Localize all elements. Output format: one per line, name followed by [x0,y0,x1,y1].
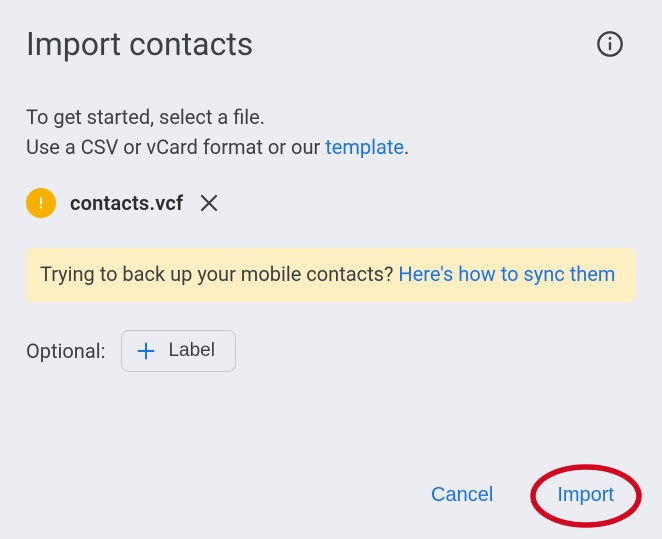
instructions-line2-suffix: . [404,135,409,159]
tip-text: Trying to back up your mobile contacts? [40,262,398,286]
import-button[interactable]: Import [539,474,632,517]
dialog-header: Import contacts [26,24,636,64]
info-button[interactable] [590,24,630,64]
instructions-text: To get started, select a file. Use a CSV… [26,102,636,162]
remove-file-button[interactable] [195,189,223,217]
plus-icon [136,341,156,361]
add-label-button[interactable]: Label [121,330,236,372]
close-icon [199,193,219,213]
backup-tip-banner: Trying to back up your mobile contacts? … [26,248,636,302]
dialog-title: Import contacts [26,25,253,63]
template-link[interactable]: template [325,135,404,159]
instructions-line1: To get started, select a file. [26,105,265,129]
info-icon [596,30,624,58]
import-contacts-dialog: Import contacts To get started, select a… [0,0,662,539]
cancel-button[interactable]: Cancel [421,478,503,513]
warning-badge [26,188,56,218]
optional-label: Optional: [26,339,105,363]
exclamation-icon [33,195,49,211]
import-button-wrapper: Import [539,474,632,517]
instructions-line2-prefix: Use a CSV or vCard format or our [26,135,325,159]
selected-file-row: contacts.vcf [26,188,636,218]
sync-help-link[interactable]: Here's how to sync them [398,262,615,286]
label-button-text: Label [168,340,215,362]
file-name: contacts.vcf [70,191,183,215]
dialog-actions: Cancel Import [421,474,632,517]
optional-row: Optional: Label [26,330,636,372]
